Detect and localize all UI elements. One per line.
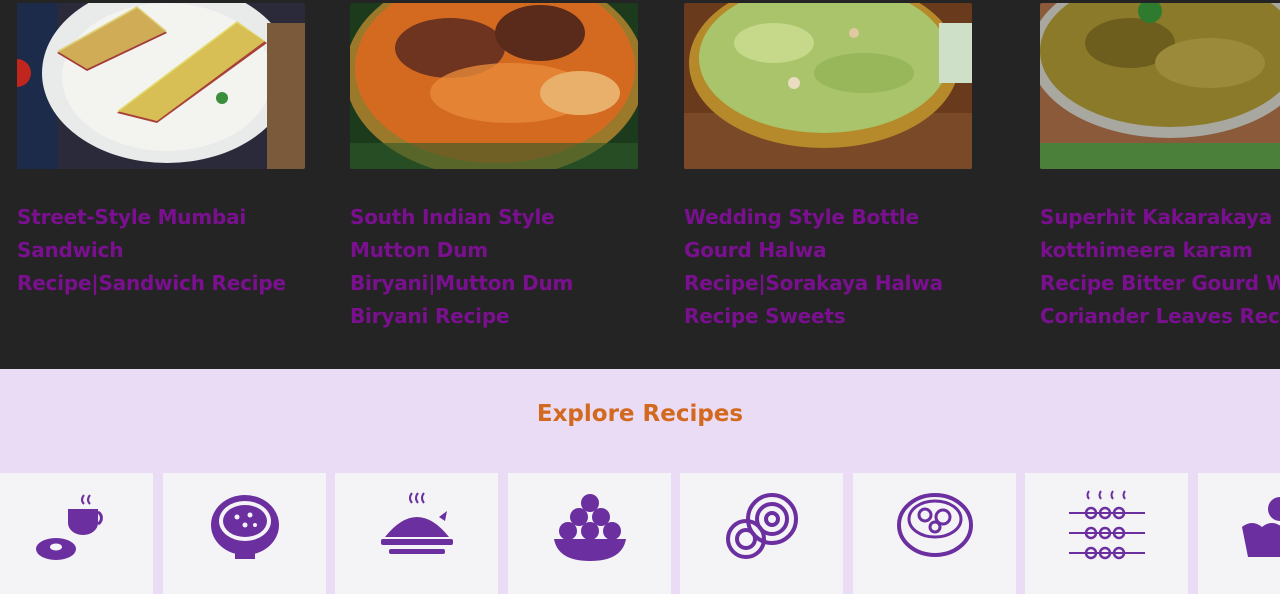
recipe-title[interactable]: South Indian Style Mutton Dum Biryani|Mu…: [350, 201, 638, 333]
explore-section: Explore Recipes: [0, 369, 1280, 594]
recipe-card[interactable]: Superhit Kakarakaya kotthimeera karam Re…: [1040, 3, 1280, 333]
kebab-skewers-icon: [1069, 490, 1145, 560]
category-tile[interactable]: [1198, 473, 1280, 594]
kakarakaya-photo[interactable]: [1040, 3, 1280, 169]
recipe-strip: Street-Style Mumbai Sandwich Recipe|Sand…: [0, 0, 1280, 369]
recipe-card[interactable]: Wedding Style Bottle Gourd Halwa Recipe|…: [684, 3, 972, 333]
category-tile[interactable]: [508, 473, 671, 594]
recipe-title[interactable]: Superhit Kakarakaya kotthimeera karam Re…: [1040, 201, 1280, 333]
recipe-card[interactable]: Street-Style Mumbai Sandwich Recipe|Sand…: [17, 3, 305, 300]
curry-bowl-icon: [211, 495, 279, 559]
laddu-sweets-icon: [554, 494, 626, 561]
sandwich-photo[interactable]: [17, 3, 305, 169]
category-tile[interactable]: [680, 473, 843, 594]
recipe-title[interactable]: Street-Style Mumbai Sandwich Recipe|Sand…: [17, 201, 305, 300]
category-tile[interactable]: [853, 473, 1016, 594]
rice-plate-icon: [381, 492, 453, 554]
soup-bowl-icon: [897, 493, 973, 557]
category-tile[interactable]: [1025, 473, 1188, 594]
explore-heading: Explore Recipes: [536, 401, 744, 427]
jalebi-murukku-icon: [726, 493, 798, 559]
halwa-photo[interactable]: [684, 3, 972, 169]
coffee-donut-icon: [36, 494, 103, 560]
category-tile[interactable]: [163, 473, 326, 594]
recipe-title[interactable]: Wedding Style Bottle Gourd Halwa Recipe|…: [684, 201, 972, 333]
category-tile[interactable]: [335, 473, 498, 594]
biryani-photo[interactable]: [350, 3, 638, 169]
dessert-cup-icon: [1242, 497, 1280, 557]
recipe-card[interactable]: South Indian Style Mutton Dum Biryani|Mu…: [350, 3, 638, 333]
category-tile[interactable]: [0, 473, 153, 594]
